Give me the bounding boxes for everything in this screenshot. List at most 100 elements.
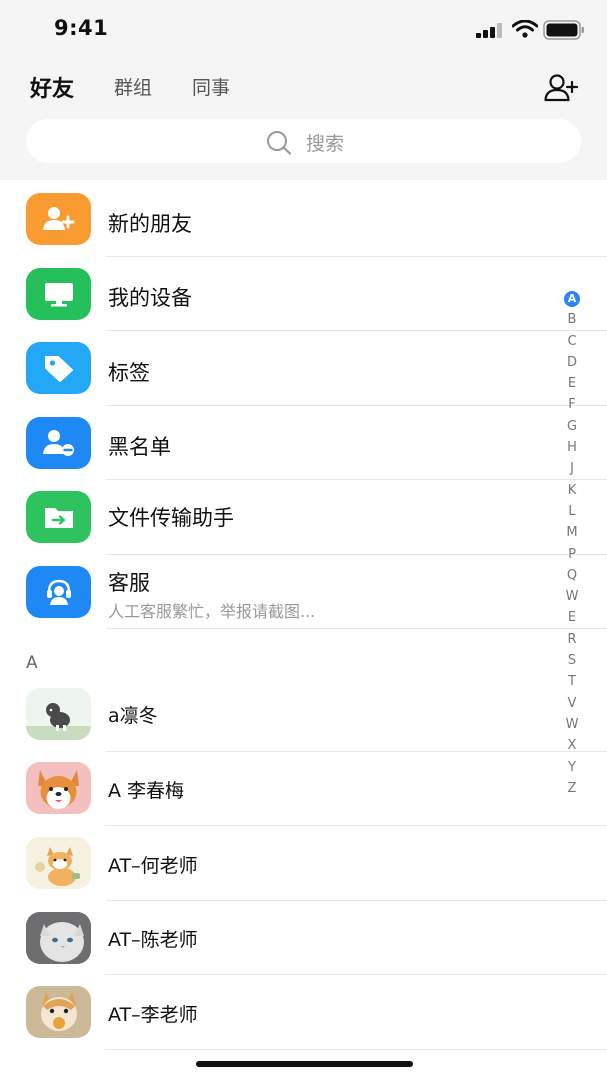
index-letter[interactable]: K	[561, 480, 583, 501]
section-header-a: A	[26, 653, 38, 673]
row-label: 我的设备	[108, 286, 192, 310]
index-letter[interactable]: W	[561, 586, 583, 607]
index-letter-label: A	[564, 291, 580, 307]
contact-row[interactable]: AT–李老师	[0, 975, 607, 1050]
index-letter[interactable]: Z	[561, 778, 583, 799]
index-letter[interactable]: E	[561, 607, 583, 628]
index-letter-label: F	[568, 397, 576, 413]
index-letter[interactable]: W	[561, 714, 583, 735]
index-letter-label: M	[566, 525, 578, 541]
index-letter-label: P	[568, 546, 576, 562]
cellular-signal-icon	[476, 23, 502, 38]
index-letter-label: H	[567, 440, 577, 456]
search-placeholder: 搜索	[306, 133, 345, 155]
index-letter-label: Z	[567, 780, 577, 796]
row-label: 文件传输助手	[108, 506, 234, 530]
index-letter[interactable]: S	[561, 650, 583, 671]
index-letter[interactable]: A	[561, 288, 583, 309]
index-letter[interactable]: H	[561, 437, 583, 458]
divider	[106, 1049, 607, 1050]
index-letter-label: E	[567, 376, 577, 392]
contact-row[interactable]: AT–何老师	[0, 826, 607, 901]
index-letter[interactable]: J	[561, 458, 583, 479]
status-time: 9:41	[54, 16, 109, 40]
wifi-icon	[512, 20, 538, 38]
contact-name: AT–陈老师	[108, 929, 198, 951]
index-letter[interactable]: Q	[561, 565, 583, 586]
index-letter-label: E	[567, 610, 577, 626]
index-letter-label: X	[567, 738, 577, 754]
search-bar[interactable]: 搜索	[26, 119, 581, 163]
index-letter[interactable]: P	[561, 544, 583, 565]
contact-name: A 李春梅	[108, 780, 185, 802]
contact-name: AT–何老师	[108, 855, 198, 877]
index-letter[interactable]: G	[561, 416, 583, 437]
white-cat-avatar	[26, 912, 91, 964]
file-transfer-row[interactable]: 文件传输助手	[0, 480, 607, 555]
index-letter-label: L	[568, 503, 576, 519]
index-letter-label: R	[567, 631, 577, 647]
person-add-icon	[26, 193, 91, 245]
row-label: 标签	[108, 361, 150, 385]
contact-row[interactable]: A 李春梅	[0, 752, 607, 826]
folder-transfer-icon	[26, 491, 91, 543]
index-letter-label: V	[567, 695, 577, 711]
index-letter-label: S	[567, 653, 577, 669]
index-letter-label: Q	[566, 567, 578, 583]
tags-row[interactable]: 标签	[0, 331, 607, 406]
corgi-avatar	[26, 762, 91, 814]
index-letter-label: W	[565, 589, 579, 605]
index-letter[interactable]: Y	[561, 757, 583, 778]
home-indicator	[196, 1061, 413, 1067]
monitor-icon	[26, 268, 91, 320]
new-friends-row[interactable]: 新的朋友	[0, 180, 607, 257]
header-area: 9:41 好友 群组 同事 搜索	[0, 0, 607, 180]
contact-row[interactable]: AT–陈老师	[0, 901, 607, 975]
customer-service-row[interactable]: 客服 人工客服繁忙，举报请截图...	[0, 555, 607, 629]
contact-row[interactable]: a凛冬	[0, 677, 607, 752]
index-letter[interactable]: F	[561, 394, 583, 415]
my-devices-row[interactable]: 我的设备	[0, 257, 607, 331]
blacklist-row[interactable]: 黑名单	[0, 406, 607, 480]
index-letter[interactable]: B	[561, 309, 583, 330]
row-label: 新的朋友	[108, 212, 192, 236]
tab-groups[interactable]: 群组	[114, 73, 152, 100]
row-label: 黑名单	[108, 435, 171, 459]
row-label: 客服	[108, 571, 150, 595]
index-letter-label: W	[565, 716, 579, 732]
alphabet-index[interactable]: ABCDEFGHJKLMPQWERSTVWXYZ	[561, 288, 583, 799]
index-letter-label: K	[567, 482, 577, 498]
index-letter[interactable]: M	[561, 522, 583, 543]
index-letter-label: T	[568, 674, 576, 690]
search-icon	[267, 131, 292, 155]
tab-friends[interactable]: 好友	[30, 71, 74, 103]
contact-name: AT–李老师	[108, 1004, 198, 1026]
tab-colleagues[interactable]: 同事	[192, 73, 230, 100]
index-letter[interactable]: E	[561, 373, 583, 394]
index-letter[interactable]: D	[561, 352, 583, 373]
index-letter-label: Y	[568, 759, 576, 775]
index-letter[interactable]: T	[561, 671, 583, 692]
index-letter[interactable]: V	[561, 693, 583, 714]
index-letter-label: D	[566, 354, 577, 370]
index-letter[interactable]: C	[561, 331, 583, 352]
cat-eating-avatar	[26, 986, 91, 1038]
headset-icon	[26, 566, 91, 618]
divider	[106, 628, 607, 629]
index-letter-label: C	[567, 333, 577, 349]
index-letter[interactable]: L	[561, 501, 583, 522]
kitten-illustration-avatar	[26, 688, 91, 740]
status-bar: 9:41	[0, 0, 607, 60]
person-block-icon	[26, 417, 91, 469]
tag-icon	[26, 342, 91, 394]
index-letter[interactable]: R	[561, 629, 583, 650]
index-letter-label: B	[567, 312, 577, 328]
index-letter-label: G	[566, 418, 578, 434]
add-user-icon[interactable]	[543, 73, 579, 103]
index-letter[interactable]: X	[561, 735, 583, 756]
row-subtitle: 人工客服繁忙，举报请截图...	[108, 602, 316, 621]
contact-name: a凛冬	[108, 705, 158, 727]
index-letter-label: J	[570, 461, 574, 477]
battery-icon	[543, 20, 584, 40]
cat-illustration-avatar	[26, 837, 91, 889]
